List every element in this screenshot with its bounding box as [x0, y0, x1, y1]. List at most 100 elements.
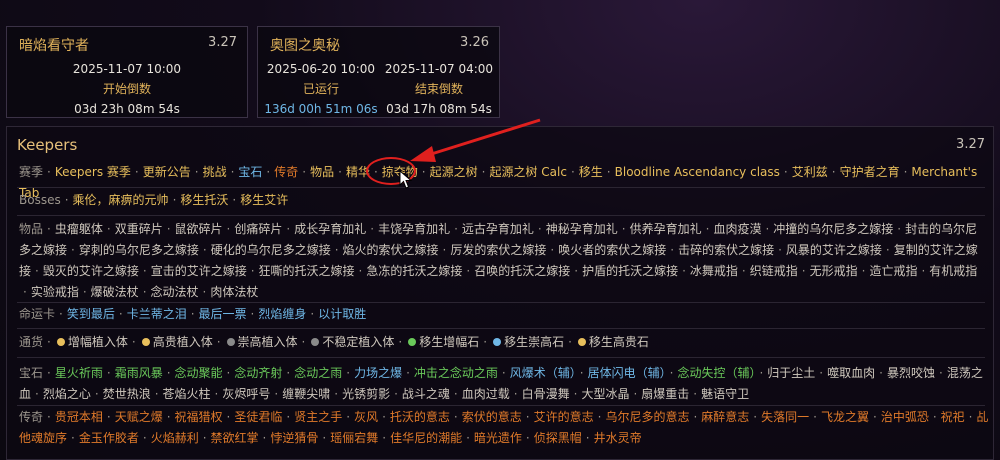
unique-link[interactable]: 贵冠本相	[55, 410, 103, 424]
unique-link[interactable]: 治中弧恐	[881, 410, 929, 424]
item-link[interactable]: 冲撞的乌尔尼多之嫁接	[773, 222, 893, 236]
unique-link[interactable]: 失落同一	[761, 410, 809, 424]
season-nav-link[interactable]: Bloodline Ascendancy class	[615, 165, 780, 179]
gem-link[interactable]: 霜雨风暴	[115, 366, 163, 380]
item-link[interactable]: 有机戒指	[929, 264, 977, 278]
item-link[interactable]: 肉体法杖	[210, 285, 258, 299]
gem-link[interactable]: 冲击之念动之雨	[414, 366, 498, 380]
currency-link[interactable]: 高贵植入体	[153, 335, 213, 349]
season-nav-link[interactable]: 传奇	[274, 165, 298, 179]
item-link[interactable]: 虫瘤躯体	[55, 222, 103, 236]
gem-link[interactable]: 噬取血肉	[827, 366, 875, 380]
unique-link[interactable]: 灰风	[354, 410, 378, 424]
unique-link[interactable]: 索伏的意志	[462, 410, 522, 424]
season-nav-link[interactable]: 艾利兹	[792, 165, 828, 179]
gem-link[interactable]: 大型冰晶	[581, 387, 629, 401]
item-link[interactable]: 造亡戒指	[869, 264, 917, 278]
unique-link[interactable]: 祝福猎权	[175, 410, 223, 424]
season-nav-link[interactable]: 起源之树	[430, 165, 478, 179]
item-link[interactable]: 鼠欲碎片	[175, 222, 223, 236]
unique-link[interactable]: 祝祀	[941, 410, 965, 424]
item-link[interactable]: 硬化的乌尔尼多之嫁接	[211, 243, 331, 257]
gem-link[interactable]: 风爆术（辅）	[510, 366, 576, 380]
gem-link[interactable]: 念动齐射	[234, 366, 282, 380]
season-nav-link[interactable]: 物品	[310, 165, 334, 179]
unique-link[interactable]: 飞龙之翼	[821, 410, 869, 424]
item-link[interactable]: 击碎的索伏之嫁接	[678, 243, 774, 257]
league-card-settlers[interactable]: 奥图之奥秘 3.26 2025-06-20 10:00 已运行 136d 00h…	[257, 26, 500, 118]
season-nav-link[interactable]: 宝石	[238, 165, 262, 179]
gem-link[interactable]: 灰烬呼号	[222, 387, 270, 401]
gem-link[interactable]: 扇爆重击	[641, 387, 689, 401]
currency-link[interactable]: 增幅植入体	[68, 335, 128, 349]
item-link[interactable]: 念动法杖	[151, 285, 199, 299]
gem-link[interactable]: 烈焰之心	[43, 387, 91, 401]
unique-link[interactable]: 圣徒君临	[234, 410, 282, 424]
season-nav-link[interactable]: 移生	[579, 165, 603, 179]
unique-link[interactable]: 贤主之手	[294, 410, 342, 424]
season-nav-link[interactable]: 守护者之育	[840, 165, 900, 179]
item-link[interactable]: 厉发的索伏之嫁接	[450, 243, 546, 257]
gem-link[interactable]: 念动之雨	[294, 366, 342, 380]
unique-link[interactable]: 暗光遗作	[474, 431, 522, 445]
item-link[interactable]: 冰舞戒指	[690, 264, 738, 278]
divination-card-link[interactable]: 最后一票	[199, 307, 247, 321]
item-link[interactable]: 无形戒指	[810, 264, 858, 278]
gem-link[interactable]: 居体闪电（辅）	[588, 366, 666, 380]
gem-link[interactable]: 念动聚能	[175, 366, 223, 380]
item-link[interactable]: 丰饶孕育加礼	[378, 222, 450, 236]
boss-link[interactable]: 移生托沃	[180, 193, 228, 207]
item-link[interactable]: 穿刺的乌尔尼多之嫁接	[79, 243, 199, 257]
unique-link[interactable]: 井水灵帝	[594, 431, 642, 445]
gem-link[interactable]: 力场之爆	[354, 366, 402, 380]
item-link[interactable]: 宣击的艾许之嫁接	[151, 264, 247, 278]
item-link[interactable]: 成长孕育加礼	[294, 222, 366, 236]
gem-link[interactable]: 光锈剪影	[342, 387, 390, 401]
gem-link[interactable]: 焚世热浪	[103, 387, 151, 401]
gem-link[interactable]: 苍焰火柱	[163, 387, 211, 401]
unique-link[interactable]: 悖逆猜骨	[270, 431, 318, 445]
currency-link[interactable]: 移生高贵石	[589, 335, 649, 349]
season-nav-link[interactable]: 挑战	[203, 165, 227, 179]
item-link[interactable]: 唤火者的索伏之嫁接	[558, 243, 666, 257]
unique-link[interactable]: 麻醉意志	[701, 410, 749, 424]
unique-link[interactable]: 侦探黑帽	[534, 431, 582, 445]
item-link[interactable]: 焰火的索伏之嫁接	[343, 243, 439, 257]
item-link[interactable]: 供养孕育加礼	[630, 222, 702, 236]
item-link[interactable]: 双重碎片	[115, 222, 163, 236]
divination-card-link[interactable]: 烈焰缠身	[258, 307, 306, 321]
item-link[interactable]: 创痛碎片	[234, 222, 282, 236]
item-link[interactable]: 毁灭的艾许之嫁接	[43, 264, 139, 278]
currency-link[interactable]: 不稳定植入体	[322, 335, 394, 349]
item-link[interactable]: 护盾的托沃之嫁接	[582, 264, 678, 278]
unique-link[interactable]: 佳华尼的潮能	[390, 431, 462, 445]
unique-link[interactable]: 火焰赫利	[151, 431, 199, 445]
currency-link[interactable]: 移生增幅石	[419, 335, 479, 349]
gem-link[interactable]: 星火祈雨	[55, 366, 103, 380]
item-link[interactable]: 远古孕育加礼	[462, 222, 534, 236]
divination-card-link[interactable]: 以计取胜	[318, 307, 366, 321]
item-link[interactable]: 神秘孕育加礼	[546, 222, 618, 236]
item-link[interactable]: 织链戒指	[750, 264, 798, 278]
league-card-dawn[interactable]: 暗焰看守者 3.27 2025-11-07 10:00 开始倒数 03d 23h…	[6, 26, 248, 118]
gem-link[interactable]: 血肉过载	[462, 387, 510, 401]
unique-link[interactable]: 金玉作胶者	[79, 431, 139, 445]
unique-link[interactable]: 乌尔尼多的意志	[605, 410, 689, 424]
divination-card-link[interactable]: 笑到最后	[67, 307, 115, 321]
item-link[interactable]: 实验戒指	[31, 285, 79, 299]
item-link[interactable]: 召唤的托沃之嫁接	[474, 264, 570, 278]
divination-card-link[interactable]: 卡兰蒂之泪	[127, 307, 187, 321]
unique-link[interactable]: 禁欲红掌	[211, 431, 259, 445]
item-link[interactable]: 风暴的艾许之嫁接	[786, 243, 882, 257]
gem-link[interactable]: 暴烈咬蚀	[887, 366, 935, 380]
gem-link[interactable]: 念动失控（辅）	[677, 366, 755, 380]
gem-link[interactable]: 归于尘土	[767, 366, 815, 380]
gem-link[interactable]: 白骨漫舞	[522, 387, 570, 401]
gem-link[interactable]: 缠鞭尖啸	[282, 387, 330, 401]
item-link[interactable]: 急冻的托沃之嫁接	[366, 264, 462, 278]
boss-link[interactable]: 移生艾许	[240, 193, 288, 207]
unique-link[interactable]: 托沃的意志	[390, 410, 450, 424]
currency-link[interactable]: 移生崇高石	[504, 335, 564, 349]
currency-link[interactable]: 崇高植入体	[238, 335, 298, 349]
unique-link[interactable]: 天赋之爆	[115, 410, 163, 424]
